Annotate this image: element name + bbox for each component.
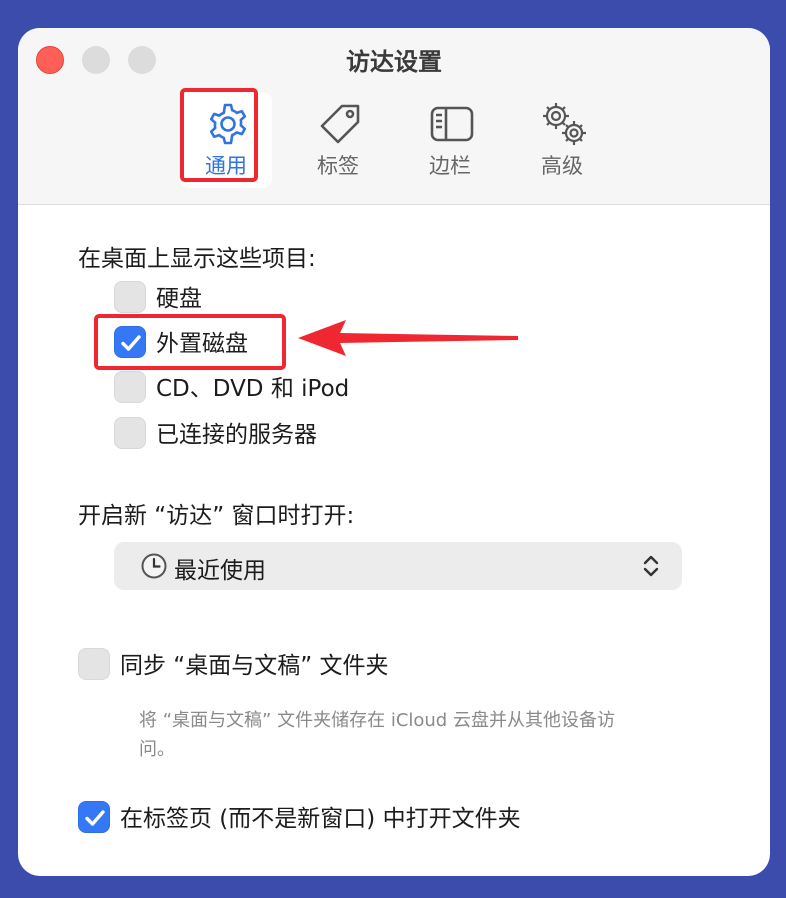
open-in-tabs-label: 在标签页 (而不是新窗口) 中打开文件夹 [120, 806, 521, 832]
desktop-items-heading: 在桌面上显示这些项目: [78, 246, 316, 272]
highlight-box-general-tab [180, 88, 258, 182]
finder-settings-window: 访达设置 通用 标签 边栏 高级 在桌面上显示这些项目: 硬盘 外置磁盘 CD、… [18, 28, 770, 876]
cds-dvds-ipods-label: CD、DVD 和 iPod [156, 376, 350, 402]
tab-advanced[interactable]: 高级 [516, 92, 608, 188]
sync-help-text: 将 “桌面与文稿” 文件夹储存在 iCloud 云盘并从其他设备访问。 [139, 710, 615, 760]
sync-desktop-documents-checkbox[interactable] [78, 648, 110, 680]
connected-servers-checkbox[interactable] [114, 417, 146, 449]
chevron-updown-icon [643, 555, 659, 577]
open-in-tabs-checkbox[interactable] [78, 801, 110, 833]
annotation-arrow-icon [298, 320, 518, 356]
tab-tags-label: 标签 [317, 154, 359, 178]
tab-sidebar[interactable]: 边栏 [404, 92, 496, 188]
sync-desktop-documents-label: 同步 “桌面与文稿” 文件夹 [120, 653, 389, 679]
window-title: 访达设置 [346, 48, 442, 76]
tab-sidebar-label: 边栏 [429, 154, 471, 178]
new-window-target-popup[interactable]: 最近使用 [114, 542, 682, 590]
new-window-target-value: 最近使用 [174, 558, 266, 584]
gears-icon [543, 103, 586, 145]
cds-dvds-ipods-checkbox[interactable] [114, 371, 146, 403]
new-window-heading: 开启新 “访达” 窗口时打开: [78, 503, 355, 529]
tab-advanced-label: 高级 [541, 154, 583, 178]
hard-disks-checkbox[interactable] [114, 281, 146, 313]
tab-tags[interactable]: 标签 [292, 92, 384, 188]
toolbar: 访达设置 通用 标签 边栏 高级 [18, 28, 770, 205]
hard-disks-label: 硬盘 [156, 286, 202, 312]
tag-icon [320, 104, 360, 144]
connected-servers-label: 已连接的服务器 [156, 422, 317, 448]
sidebar-icon [430, 106, 474, 142]
checkmark-icon [85, 810, 105, 826]
clock-icon [141, 553, 167, 579]
highlight-box-external-disks [94, 314, 286, 370]
